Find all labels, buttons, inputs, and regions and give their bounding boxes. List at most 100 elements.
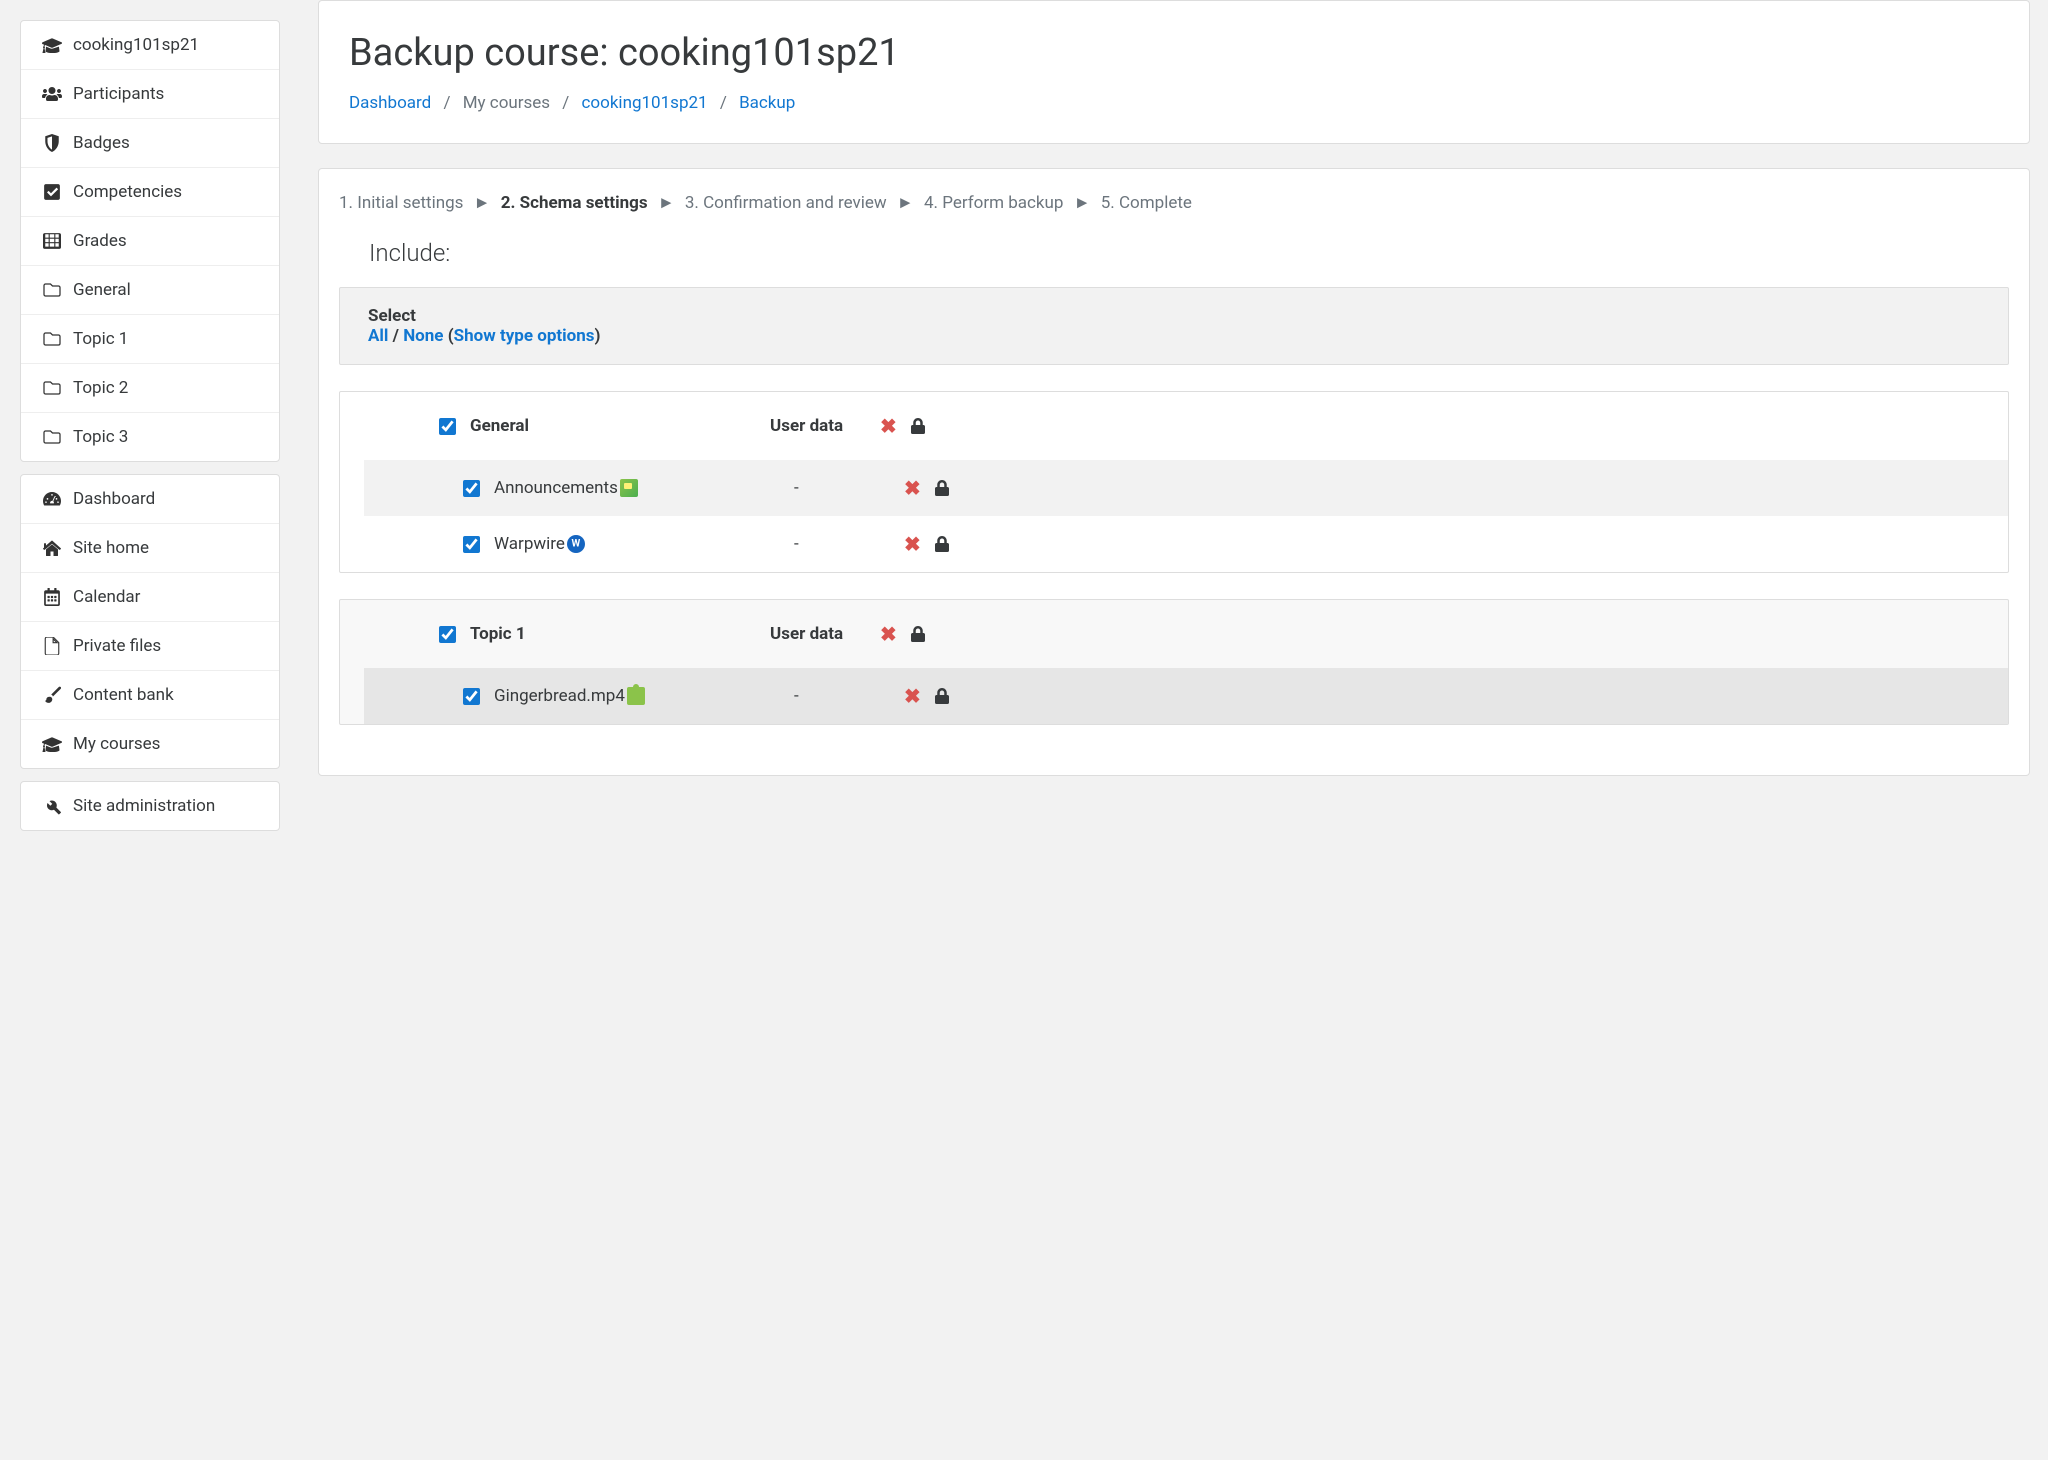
arrow-icon: ►	[474, 193, 491, 213]
section-name: General	[470, 416, 770, 436]
progress-steps: 1. Initial settings ► 2. Schema settings…	[339, 193, 2009, 213]
wrench-icon	[39, 797, 65, 815]
x-icon: ✖	[904, 476, 921, 500]
x-icon: ✖	[880, 622, 897, 646]
sidebar-item-participants[interactable]: Participants	[21, 70, 279, 119]
sidebar-item-course[interactable]: cooking101sp21	[21, 21, 279, 70]
sidebar-item-label: Dashboard	[73, 489, 155, 509]
breadcrumb-separator: /	[720, 93, 727, 113]
sidebar-item-my-courses[interactable]: My courses	[21, 720, 279, 768]
user-data-cell: -	[794, 534, 904, 554]
sidebar-item-site-administration[interactable]: Site administration	[21, 782, 279, 830]
arrow-icon: ►	[658, 193, 675, 213]
select-links: All / None (Show type options)	[368, 326, 1980, 346]
activity-row: Warpwire - ✖	[364, 516, 2008, 572]
sidebar-item-label: Topic 3	[73, 427, 128, 447]
step-5: 5. Complete	[1101, 193, 1192, 213]
sidebar-item-label: Grades	[73, 231, 127, 251]
main-content: Backup course: cooking101sp21 Dashboard …	[300, 0, 2048, 1460]
lock-icon	[935, 688, 949, 704]
activity-name: Announcements	[494, 478, 794, 498]
lock-icon	[935, 536, 949, 552]
sidebar-item-calendar[interactable]: Calendar	[21, 573, 279, 622]
activity-name: Warpwire	[494, 534, 794, 554]
select-box: Select All / None (Show type options)	[339, 287, 2009, 365]
step-1: 1. Initial settings	[339, 193, 463, 213]
folder-icon	[39, 380, 65, 396]
step-2-current: 2. Schema settings	[501, 193, 648, 213]
check-square-icon	[39, 183, 65, 201]
folder-icon	[39, 282, 65, 298]
user-data-label: User data	[770, 624, 880, 644]
select-label: Select	[368, 306, 1980, 326]
arrow-icon: ►	[1074, 193, 1091, 213]
select-none-link[interactable]: None	[403, 326, 443, 346]
lock-icon	[911, 418, 925, 434]
sidebar-item-grades[interactable]: Grades	[21, 217, 279, 266]
users-icon	[39, 86, 65, 102]
sidebar-item-site-home[interactable]: Site home	[21, 524, 279, 573]
arrow-icon: ►	[897, 193, 914, 213]
select-all-link[interactable]: All	[368, 326, 388, 346]
sidebar: cooking101sp21 Participants Badges Compe…	[0, 0, 300, 1460]
sidebar-item-topic-1[interactable]: Topic 1	[21, 315, 279, 364]
breadcrumb: Dashboard / My courses / cooking101sp21 …	[349, 93, 1999, 113]
grid-icon	[39, 232, 65, 250]
sidebar-item-general[interactable]: General	[21, 266, 279, 315]
breadcrumb-separator: /	[562, 93, 569, 113]
breadcrumb-mycourses: My courses	[463, 93, 550, 113]
sidebar-item-label: Topic 2	[73, 378, 128, 398]
sidebar-item-label: Calendar	[73, 587, 140, 607]
brush-icon	[39, 686, 65, 704]
sidebar-item-competencies[interactable]: Competencies	[21, 168, 279, 217]
user-data-label: User data	[770, 416, 880, 436]
sidebar-item-content-bank[interactable]: Content bank	[21, 671, 279, 720]
section-name: Topic 1	[470, 624, 770, 644]
lock-icon	[911, 626, 925, 642]
page-title: Backup course: cooking101sp21	[349, 31, 1999, 75]
user-data-cell: -	[794, 478, 904, 498]
sidebar-item-label: Private files	[73, 636, 161, 656]
nav-admin-block: Site administration	[20, 781, 280, 831]
activity-name: Gingerbread.mp4	[494, 686, 794, 706]
show-type-options-link[interactable]: Show type options	[454, 326, 595, 346]
sidebar-item-label: My courses	[73, 734, 160, 754]
warpwire-icon	[567, 535, 585, 553]
lock-icon	[935, 480, 949, 496]
sidebar-item-label: Site administration	[73, 796, 215, 816]
breadcrumb-dashboard[interactable]: Dashboard	[349, 93, 431, 113]
sidebar-item-badges[interactable]: Badges	[21, 119, 279, 168]
section-checkbox[interactable]	[439, 626, 456, 643]
sidebar-item-label: General	[73, 280, 131, 300]
activity-row: Gingerbread.mp4 - ✖	[364, 668, 2008, 724]
section-header-row: Topic 1 User data ✖	[340, 600, 2008, 668]
file-icon	[39, 637, 65, 655]
section-checkbox[interactable]	[439, 418, 456, 435]
activity-checkbox[interactable]	[463, 536, 480, 553]
sidebar-item-topic-3[interactable]: Topic 3	[21, 413, 279, 461]
activity-checkbox[interactable]	[463, 688, 480, 705]
puzzle-icon	[627, 687, 645, 705]
sidebar-item-dashboard[interactable]: Dashboard	[21, 475, 279, 524]
section-general: General User data ✖ Announcements - ✖	[339, 391, 2009, 573]
breadcrumb-course[interactable]: cooking101sp21	[582, 93, 708, 113]
sidebar-item-label: Participants	[73, 84, 164, 104]
forum-icon	[620, 479, 638, 497]
sidebar-item-private-files[interactable]: Private files	[21, 622, 279, 671]
x-icon: ✖	[904, 532, 921, 556]
gauge-icon	[39, 491, 65, 507]
graduation-cap-icon	[39, 37, 65, 53]
sidebar-item-label: cooking101sp21	[73, 35, 199, 55]
graduation-cap-icon	[39, 736, 65, 752]
activity-row: Announcements - ✖	[364, 460, 2008, 516]
x-icon: ✖	[904, 684, 921, 708]
breadcrumb-separator: /	[443, 93, 450, 113]
calendar-icon	[39, 588, 65, 606]
include-heading: Include:	[369, 239, 2009, 267]
sidebar-item-label: Badges	[73, 133, 130, 153]
breadcrumb-backup[interactable]: Backup	[739, 93, 795, 113]
sidebar-item-topic-2[interactable]: Topic 2	[21, 364, 279, 413]
activity-checkbox[interactable]	[463, 480, 480, 497]
x-icon: ✖	[880, 414, 897, 438]
sidebar-item-label: Site home	[73, 538, 149, 558]
